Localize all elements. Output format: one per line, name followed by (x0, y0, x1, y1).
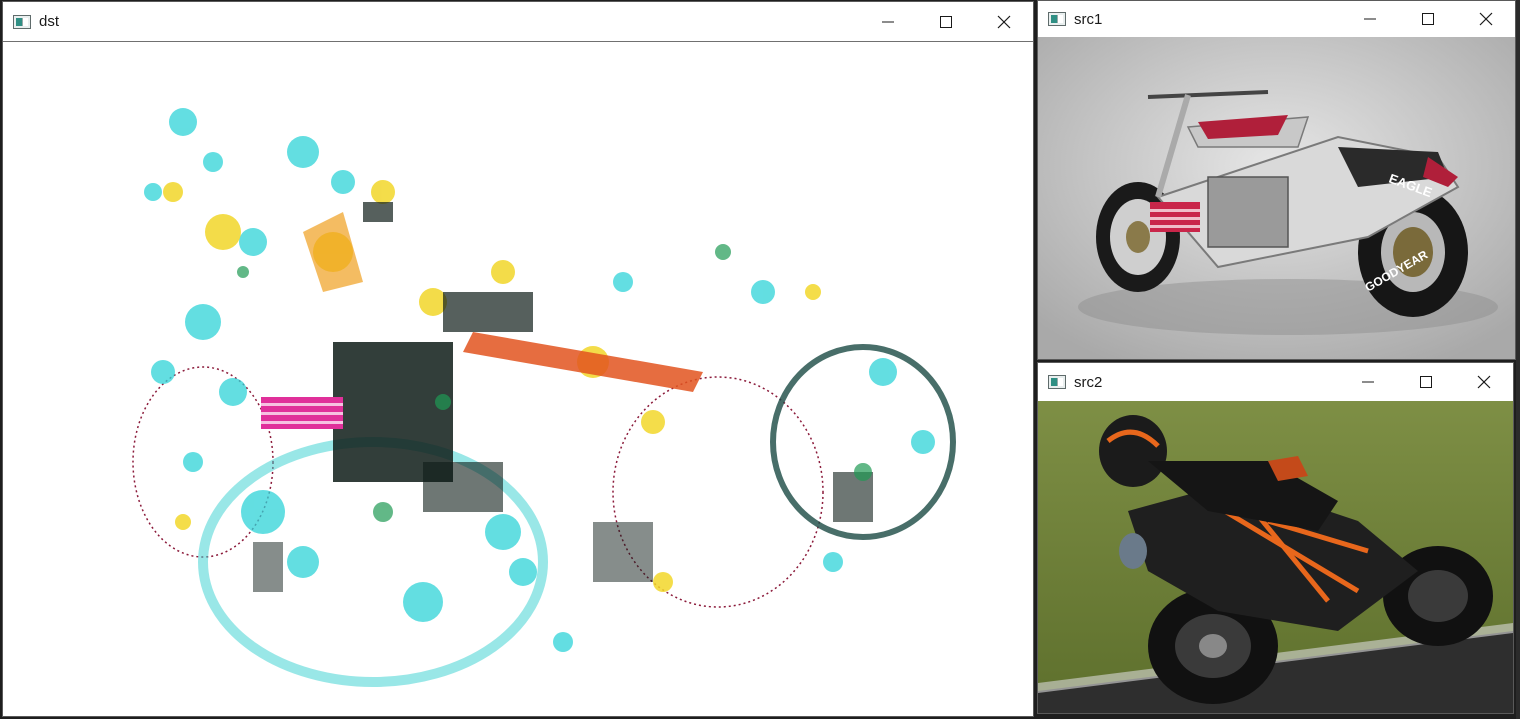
maximize-button[interactable] (917, 2, 975, 41)
app-icon (13, 14, 31, 29)
chrome-cruiser-photo: EAGLE GOODYEAR (1038, 37, 1515, 359)
dst-window: dst (2, 1, 1034, 717)
close-button[interactable] (1457, 1, 1515, 37)
window-title: src1 (1074, 10, 1103, 28)
close-icon (1477, 375, 1491, 389)
maximize-button[interactable] (1399, 1, 1457, 37)
title-bar[interactable]: src2 (1038, 363, 1513, 401)
blended-motorcycle-image (3, 42, 1033, 716)
src2-image (1038, 401, 1513, 713)
minimize-button[interactable] (1341, 1, 1399, 37)
minimize-button[interactable] (1339, 363, 1397, 401)
app-icon (1048, 375, 1066, 389)
window-controls (1339, 363, 1513, 401)
minimize-icon (1362, 381, 1374, 383)
maximize-button[interactable] (1397, 363, 1455, 401)
window-controls (859, 2, 1033, 41)
app-icon (1048, 12, 1066, 26)
minimize-icon (882, 21, 894, 22)
maximize-icon (1420, 376, 1432, 388)
minimize-icon (1364, 18, 1376, 20)
close-icon (1479, 12, 1493, 26)
window-title: src2 (1074, 373, 1103, 391)
close-button[interactable] (975, 2, 1033, 41)
window-controls (1341, 1, 1515, 37)
src2-window: src2 (1037, 362, 1514, 714)
desktop-edge (1516, 0, 1520, 719)
maximize-icon (940, 15, 952, 28)
title-bar[interactable]: src1 (1038, 1, 1515, 37)
close-button[interactable] (1455, 363, 1513, 401)
dst-image (3, 42, 1033, 716)
close-icon (997, 15, 1011, 28)
racing-motorcycle-photo (1038, 401, 1513, 713)
maximize-icon (1422, 13, 1434, 25)
src1-image: EAGLE GOODYEAR (1038, 37, 1515, 359)
window-title: dst (39, 13, 60, 30)
src1-window: src1 EAGLE GOODYEAR (1037, 0, 1516, 360)
title-bar[interactable]: dst (3, 2, 1033, 42)
minimize-button[interactable] (859, 2, 917, 41)
